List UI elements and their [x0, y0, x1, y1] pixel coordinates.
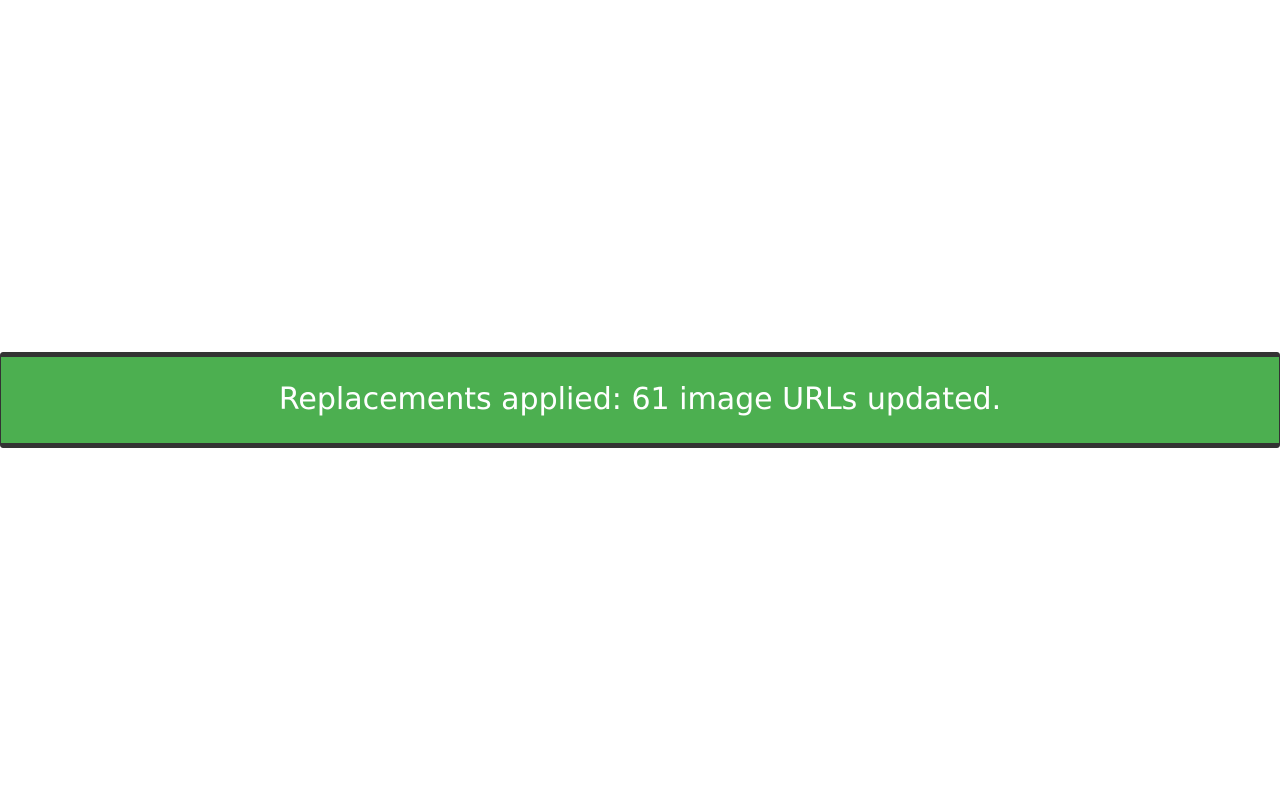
page: Replacements applied: 61 image URLs upda… [0, 0, 1280, 800]
notification-message: Replacements applied: 61 image URLs upda… [278, 382, 1002, 417]
success-notification-banner: Replacements applied: 61 image URLs upda… [0, 352, 1280, 448]
